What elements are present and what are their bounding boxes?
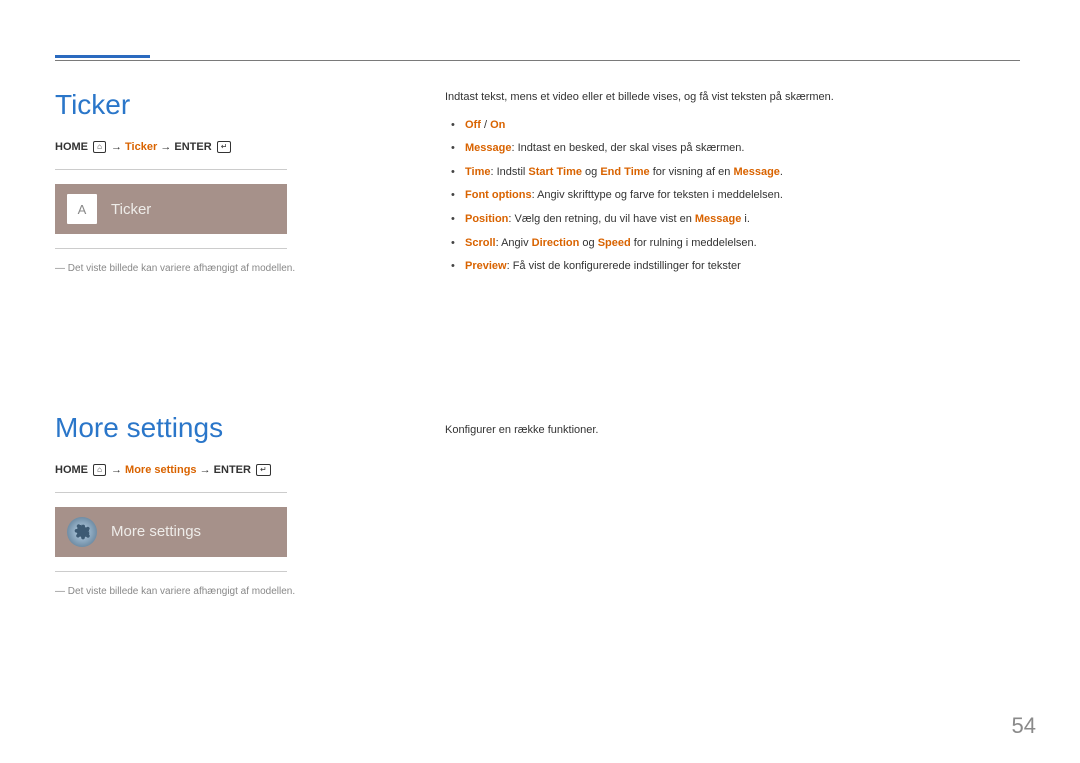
breadcrumb-home: HOME — [55, 464, 88, 476]
page-number: 54 — [1012, 713, 1036, 739]
footnote: Det viste billede kan variere afhængigt … — [55, 586, 405, 597]
tile-more-settings: More settings — [55, 507, 287, 557]
tile-icon-a: A — [67, 194, 97, 224]
gear-icon — [67, 517, 97, 547]
footnote: Det viste billede kan variere afhængigt … — [55, 263, 405, 274]
home-icon: ⌂ — [93, 141, 106, 153]
enter-icon: ↵ — [217, 141, 232, 153]
list-item: Off / On — [445, 117, 1020, 135]
section-title-more-settings: More settings — [55, 412, 405, 444]
breadcrumb-arrow: → — [111, 141, 122, 153]
breadcrumb-current: Ticker — [125, 141, 157, 153]
breadcrumb-current: More settings — [125, 464, 197, 476]
bullet-list: Off / On Message: Indtast en besked, der… — [445, 117, 1020, 276]
breadcrumb-enter: ENTER — [174, 141, 211, 153]
list-item: Message: Indtast en besked, der skal vis… — [445, 140, 1020, 158]
breadcrumb-arrow: → — [160, 141, 171, 153]
breadcrumb-arrow: → — [111, 464, 122, 476]
intro-text: Indtast tekst, mens et video eller et bi… — [445, 89, 1020, 107]
breadcrumb-enter: ENTER — [214, 464, 251, 476]
intro-text: Konfigurer en række funktioner. — [445, 422, 1020, 440]
tile-label: More settings — [111, 523, 201, 540]
enter-icon: ↵ — [256, 464, 271, 476]
home-icon: ⌂ — [93, 464, 106, 476]
list-item: Position: Vælg den retning, du vil have … — [445, 211, 1020, 229]
list-item: Preview: Få vist de konfigurerede indsti… — [445, 258, 1020, 276]
breadcrumb-ticker: HOME ⌂ → Ticker → ENTER ↵ — [55, 141, 405, 153]
breadcrumb-arrow: → — [200, 464, 211, 476]
breadcrumb-home: HOME — [55, 141, 88, 153]
list-item: Scroll: Angiv Direction og Speed for rul… — [445, 235, 1020, 253]
list-item: Time: Indstil Start Time og End Time for… — [445, 164, 1020, 182]
tile-label: Ticker — [111, 201, 151, 218]
breadcrumb-more-settings: HOME ⌂ → More settings → ENTER ↵ — [55, 464, 405, 476]
section-title-ticker: Ticker — [55, 89, 405, 121]
list-item: Font options: Angiv skrifttype og farve … — [445, 187, 1020, 205]
tile-ticker: A Ticker — [55, 184, 287, 234]
